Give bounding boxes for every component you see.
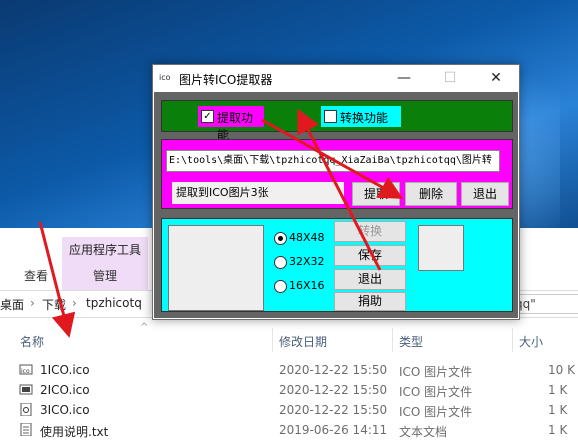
ribbon-context-tab[interactable]: 应用程序工具: [62, 237, 148, 263]
save-button[interactable]: 保存: [334, 245, 406, 266]
breadcrumb-separator-icon: ›: [30, 296, 35, 310]
mode-panel: ✓ 提取功能 转换功能: [161, 100, 513, 142]
tab-manage[interactable]: 管理: [62, 263, 148, 290]
file-name: 2ICO.ico: [40, 383, 90, 397]
maximize-button[interactable]: ☐: [427, 65, 473, 92]
convert-panel: 48X48 32X32 16X16 转换 保存 退出 捐助: [161, 218, 513, 312]
file-size: 1 K: [548, 403, 568, 417]
file-date: 2020-12-22 15:50: [279, 383, 388, 397]
file-type: ICO 图片文件: [399, 365, 473, 379]
ico-extractor-window: ico 图片转ICO提取器 — ☐ ✕ ✓ 提取功能 转换功能 E:\tools…: [152, 64, 520, 320]
file-row[interactable]: 使用说明.txt 2019-06-26 14:11 文本文档 1 K: [0, 420, 578, 440]
minimize-button[interactable]: —: [381, 65, 427, 92]
extract-button[interactable]: 提取: [352, 182, 400, 206]
file-type: ICO 图片文件: [399, 385, 473, 399]
column-size[interactable]: 大小: [519, 333, 543, 350]
exit-button[interactable]: 退出: [334, 269, 406, 290]
column-type[interactable]: 类型: [399, 333, 423, 350]
checkbox-box[interactable]: ✓: [201, 110, 214, 123]
radio-48[interactable]: 48X48: [272, 229, 332, 249]
app-icon: ico: [159, 73, 171, 82]
checkbox-box[interactable]: [324, 110, 337, 123]
svg-text:ico: ico: [21, 368, 30, 375]
file-name: 3ICO.ico: [40, 403, 90, 417]
file-row[interactable]: 2ICO.ico 2020-12-22 15:50 ICO 图片文件 1 K: [0, 380, 578, 400]
radio-16[interactable]: 16X16: [272, 277, 332, 297]
extract-mode-checkbox[interactable]: ✓ 提取功能: [198, 106, 264, 142]
donate-button[interactable]: 捐助: [334, 292, 406, 311]
checkbox-label: 提取功能: [217, 111, 254, 142]
ico-file-icon: [19, 384, 33, 395]
ico-file-icon: ico: [19, 364, 33, 375]
file-date: 2020-12-22 15:50: [279, 363, 388, 377]
file-date: 2019-06-26 14:11: [279, 423, 388, 437]
extract-panel: E:\tools\桌面\下载\tpzhicotqq_XiaZaiBa\tpzhi…: [161, 139, 513, 209]
app-client-area: ✓ 提取功能 转换功能 E:\tools\桌面\下载\tpzhicotqq_Xi…: [154, 92, 518, 318]
convert-button[interactable]: 转换: [334, 221, 406, 242]
column-header: 名称 ^ 修改日期 类型 大小: [0, 322, 578, 352]
file-type: 文本文档: [399, 425, 448, 439]
file-size: 1 K: [548, 383, 568, 397]
breadcrumb-downloads[interactable]: 下载: [42, 296, 66, 313]
file-size: 10 K: [548, 363, 575, 377]
status-text: 提取到ICO图片3张: [172, 182, 344, 204]
checkbox-label: 转换功能: [340, 111, 389, 125]
sort-up-icon: ^: [140, 322, 149, 333]
column-date[interactable]: 修改日期: [279, 333, 327, 350]
delete-button[interactable]: 删除: [405, 182, 457, 206]
file-row[interactable]: ico 1ICO.ico 2020-12-22 15:50 ICO 图片文件 1…: [0, 360, 578, 380]
title-bar[interactable]: ico 图片转ICO提取器 — ☐ ✕: [153, 65, 519, 92]
radio-32[interactable]: 32X32: [272, 253, 332, 273]
path-input[interactable]: E:\tools\桌面\下载\tpzhicotqq_XiaZaiBa\tpzhi…: [166, 150, 500, 172]
ico-file-icon: [20, 403, 32, 416]
file-date: 2020-12-22 15:50: [279, 403, 388, 417]
column-name[interactable]: 名称: [20, 333, 44, 350]
breadcrumb-folder[interactable]: tpzhicotq: [86, 296, 142, 310]
exit-button[interactable]: 退出: [461, 182, 509, 206]
convert-mode-checkbox[interactable]: 转换功能: [321, 106, 401, 127]
file-type: ICO 图片文件: [399, 405, 473, 419]
window-title: 图片转ICO提取器: [179, 73, 273, 87]
text-file-icon: [20, 423, 32, 436]
file-size: 1 K: [548, 423, 568, 437]
icon-preview: [418, 225, 464, 271]
file-row[interactable]: 3ICO.ico 2020-12-22 15:50 ICO 图片文件 1 K: [0, 400, 578, 420]
close-button[interactable]: ✕: [473, 65, 519, 92]
breadcrumb-desktop[interactable]: 桌面: [0, 296, 24, 313]
file-name: 1ICO.ico: [40, 363, 90, 377]
breadcrumb-separator-icon: ›: [72, 296, 77, 310]
image-preview[interactable]: [168, 225, 264, 311]
file-name: 使用说明.txt: [40, 425, 109, 439]
tab-view[interactable]: 查看: [14, 263, 58, 290]
